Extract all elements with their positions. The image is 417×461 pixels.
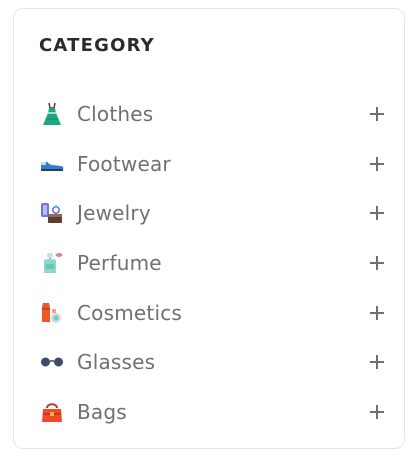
category-item-cosmetics[interactable]: Cosmetics xyxy=(39,288,384,338)
plus-icon[interactable] xyxy=(370,404,384,419)
perfume-icon xyxy=(39,250,65,276)
category-item-perfume[interactable]: Perfume xyxy=(39,238,384,288)
category-item-label: Glasses xyxy=(77,350,156,375)
category-item-label: Cosmetics xyxy=(77,300,183,325)
category-item-glasses[interactable]: Glasses xyxy=(39,337,384,387)
category-item-bags[interactable]: Bags xyxy=(39,387,384,437)
category-item-footwear[interactable]: Footwear xyxy=(39,139,384,189)
plus-icon[interactable] xyxy=(370,355,384,370)
shoe-icon xyxy=(39,151,65,177)
category-card: CATEGORY Clothes Footwear Jewelry Perfum… xyxy=(13,8,405,449)
bag-icon xyxy=(39,399,65,425)
category-item-label: Jewelry xyxy=(77,201,151,226)
plus-icon[interactable] xyxy=(370,255,384,270)
category-title: CATEGORY xyxy=(39,35,155,56)
category-item-jewelry[interactable]: Jewelry xyxy=(39,188,384,238)
category-list: Clothes Footwear Jewelry Perfume Cosmeti… xyxy=(39,89,384,437)
category-item-label: Clothes xyxy=(77,101,154,126)
glasses-icon xyxy=(39,349,65,375)
category-item-label: Bags xyxy=(77,399,127,424)
plus-icon[interactable] xyxy=(370,305,384,320)
category-item-label: Perfume xyxy=(77,250,162,275)
category-item-label: Footwear xyxy=(77,151,171,176)
plus-icon[interactable] xyxy=(370,206,384,221)
category-item-clothes[interactable]: Clothes xyxy=(39,89,384,139)
jewelry-icon xyxy=(39,200,65,226)
plus-icon[interactable] xyxy=(370,106,384,121)
plus-icon[interactable] xyxy=(370,156,384,171)
dress-icon xyxy=(39,101,65,127)
cosmetics-icon xyxy=(39,300,65,326)
